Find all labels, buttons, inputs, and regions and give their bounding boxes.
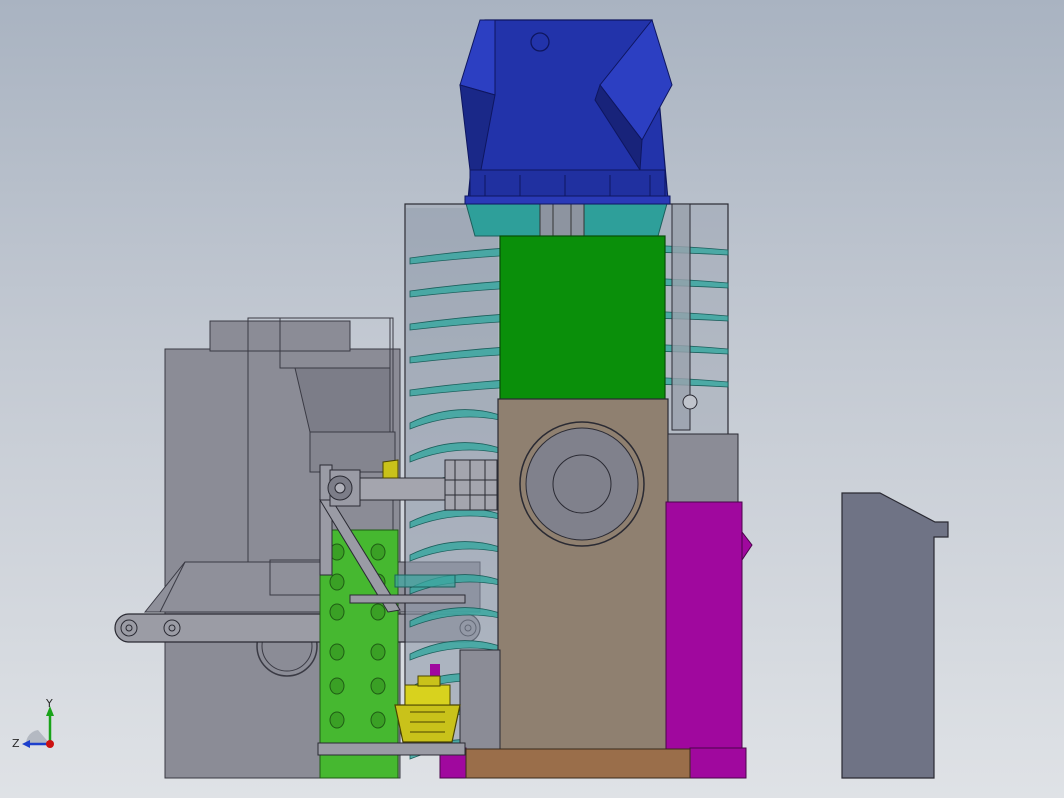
motor-flange[interactable]	[464, 199, 669, 239]
motor-housing[interactable]	[459, 18, 673, 205]
post-hole	[329, 677, 345, 695]
post-hole	[370, 603, 386, 621]
yellow-component[interactable]	[394, 675, 461, 743]
separate-grey-block[interactable]	[841, 492, 949, 779]
post-hole	[370, 677, 386, 695]
y-axis-label: Y	[45, 698, 53, 710]
tan-gearbox[interactable]	[497, 398, 669, 752]
z-axis-label: Z	[12, 737, 20, 750]
post-hole	[329, 603, 345, 621]
post-hole	[329, 643, 345, 661]
post-hole	[329, 573, 345, 591]
cad-viewport[interactable]: Y Z	[0, 0, 1064, 798]
origin-icon	[46, 740, 54, 748]
post-hole	[370, 711, 386, 729]
coordinate-triad: Y Z	[12, 698, 54, 750]
post-hole	[370, 643, 386, 661]
post-hole	[329, 711, 345, 729]
post-hole	[370, 543, 386, 561]
cad-model-scene[interactable]	[0, 0, 1064, 798]
green-panel[interactable]	[499, 235, 666, 402]
